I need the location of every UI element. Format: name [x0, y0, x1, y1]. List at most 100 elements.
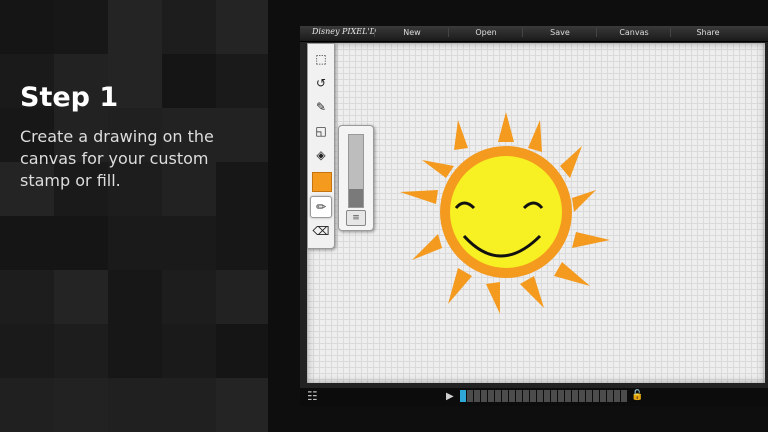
timeline-frame[interactable] — [551, 390, 557, 402]
timeline-frame[interactable] — [558, 390, 564, 402]
background-tile — [54, 0, 108, 54]
fill-tool[interactable]: ◈ — [311, 145, 331, 165]
menu-open[interactable]: Open — [448, 28, 523, 37]
timeline-frame[interactable] — [523, 390, 529, 402]
undo-tool[interactable]: ↺ — [311, 73, 331, 93]
select-tool[interactable]: ⬚ — [311, 49, 331, 69]
current-color-swatch[interactable] — [312, 172, 332, 192]
background-tile — [54, 270, 108, 324]
sun-ray — [554, 262, 590, 286]
background-tile — [162, 54, 216, 108]
instruction-panel: Step 1 Create a drawing on the canvas fo… — [0, 0, 268, 432]
background-tile — [108, 216, 162, 270]
background-tile — [108, 378, 162, 432]
menu-canvas[interactable]: Canvas — [596, 28, 671, 37]
sun-ray — [498, 112, 514, 142]
step-title: Step 1 — [20, 82, 119, 113]
timeline-frame[interactable] — [530, 390, 536, 402]
sun-ray — [400, 190, 438, 204]
menu-save[interactable]: Save — [522, 28, 597, 37]
stamp-icon: ✎ — [315, 100, 327, 114]
background-tile — [216, 378, 268, 432]
timeline-frame[interactable] — [502, 390, 508, 402]
timeline-frame[interactable] — [586, 390, 592, 402]
brush-size-slider[interactable] — [348, 134, 364, 208]
background-tile — [162, 216, 216, 270]
grip-icon: ≡ — [352, 213, 360, 223]
background-tile — [54, 324, 108, 378]
undo-icon: ↺ — [315, 76, 327, 90]
step-description: Create a drawing on the canvas for your … — [20, 127, 214, 190]
timeline-frame[interactable] — [537, 390, 543, 402]
timeline-frame[interactable] — [614, 390, 620, 402]
brush-size-handle[interactable]: ≡ — [346, 210, 366, 226]
timeline-frame[interactable] — [621, 390, 627, 402]
background-tile — [108, 0, 162, 54]
background-tile — [54, 378, 108, 432]
background-tile — [0, 324, 54, 378]
background-tile — [0, 378, 54, 432]
timeline-frame[interactable] — [607, 390, 613, 402]
timeline-frame[interactable] — [565, 390, 571, 402]
sun-ray — [572, 232, 610, 248]
pencil-icon: ✏ — [315, 200, 327, 214]
background-tile — [162, 378, 216, 432]
sun-ray — [454, 120, 468, 150]
tool-palette: ⬚ ↺ ✎ ◱ ◈ ✏ ⌫ — [307, 43, 335, 249]
app-logo: Disney PIXEL'D — [312, 27, 377, 36]
background-tile — [162, 324, 216, 378]
sun-drawing — [400, 112, 610, 314]
timeline-frame[interactable] — [544, 390, 550, 402]
stamp-tool[interactable]: ✎ — [311, 97, 331, 117]
sun-ray — [520, 276, 544, 308]
background-tile — [108, 324, 162, 378]
timeline-frame[interactable] — [579, 390, 585, 402]
sun-ray — [572, 190, 596, 212]
brush-size-level — [349, 189, 363, 207]
timeline-frame[interactable] — [516, 390, 522, 402]
timeline-frame[interactable] — [572, 390, 578, 402]
timeline-frame[interactable] — [460, 390, 466, 402]
background-tile — [162, 270, 216, 324]
menu-share[interactable]: Share — [670, 28, 745, 37]
background-tile — [216, 0, 268, 54]
timeline-frame[interactable] — [509, 390, 515, 402]
timeline-frame[interactable] — [593, 390, 599, 402]
menu-new[interactable]: New — [374, 28, 449, 37]
marquee-icon: ⬚ — [315, 52, 327, 66]
sun-ray — [486, 282, 500, 314]
timeline-frame[interactable] — [488, 390, 494, 402]
paint-bucket-icon: ◈ — [316, 148, 326, 162]
timeline-frame[interactable] — [467, 390, 473, 402]
play-icon[interactable]: ▶ — [446, 391, 454, 402]
background-tile — [0, 216, 54, 270]
eraser-tool[interactable]: ⌫ — [311, 221, 331, 241]
background-tile — [0, 0, 54, 54]
timeline-frame[interactable] — [600, 390, 606, 402]
background-tile — [108, 270, 162, 324]
lock-icon[interactable]: 🔓 — [631, 390, 643, 401]
timeline-frame[interactable] — [474, 390, 480, 402]
sun-ray — [422, 160, 454, 178]
background-tile — [216, 216, 268, 270]
layers-icon[interactable]: ☷ — [307, 389, 318, 403]
shapes-icon: ◱ — [315, 124, 327, 138]
background-tile — [216, 324, 268, 378]
menu-bar: Disney PIXEL'D New Open Save Canvas Shar… — [300, 26, 768, 42]
sun-ray — [448, 268, 472, 304]
sun-face — [450, 156, 562, 268]
background-tile — [162, 0, 216, 54]
background-tile — [216, 270, 268, 324]
pencil-tool[interactable]: ✏ — [310, 196, 332, 218]
background-tile — [216, 54, 268, 108]
timeline-frame[interactable] — [481, 390, 487, 402]
eraser-icon: ⌫ — [312, 224, 330, 238]
shape-tool[interactable]: ◱ — [311, 121, 331, 141]
background-tile — [54, 216, 108, 270]
sun-ray — [528, 120, 542, 152]
background-tile — [0, 270, 54, 324]
timeline-frames — [460, 390, 627, 402]
brush-size-panel: ≡ — [338, 125, 374, 231]
sun-ray — [560, 146, 582, 178]
timeline-frame[interactable] — [495, 390, 501, 402]
